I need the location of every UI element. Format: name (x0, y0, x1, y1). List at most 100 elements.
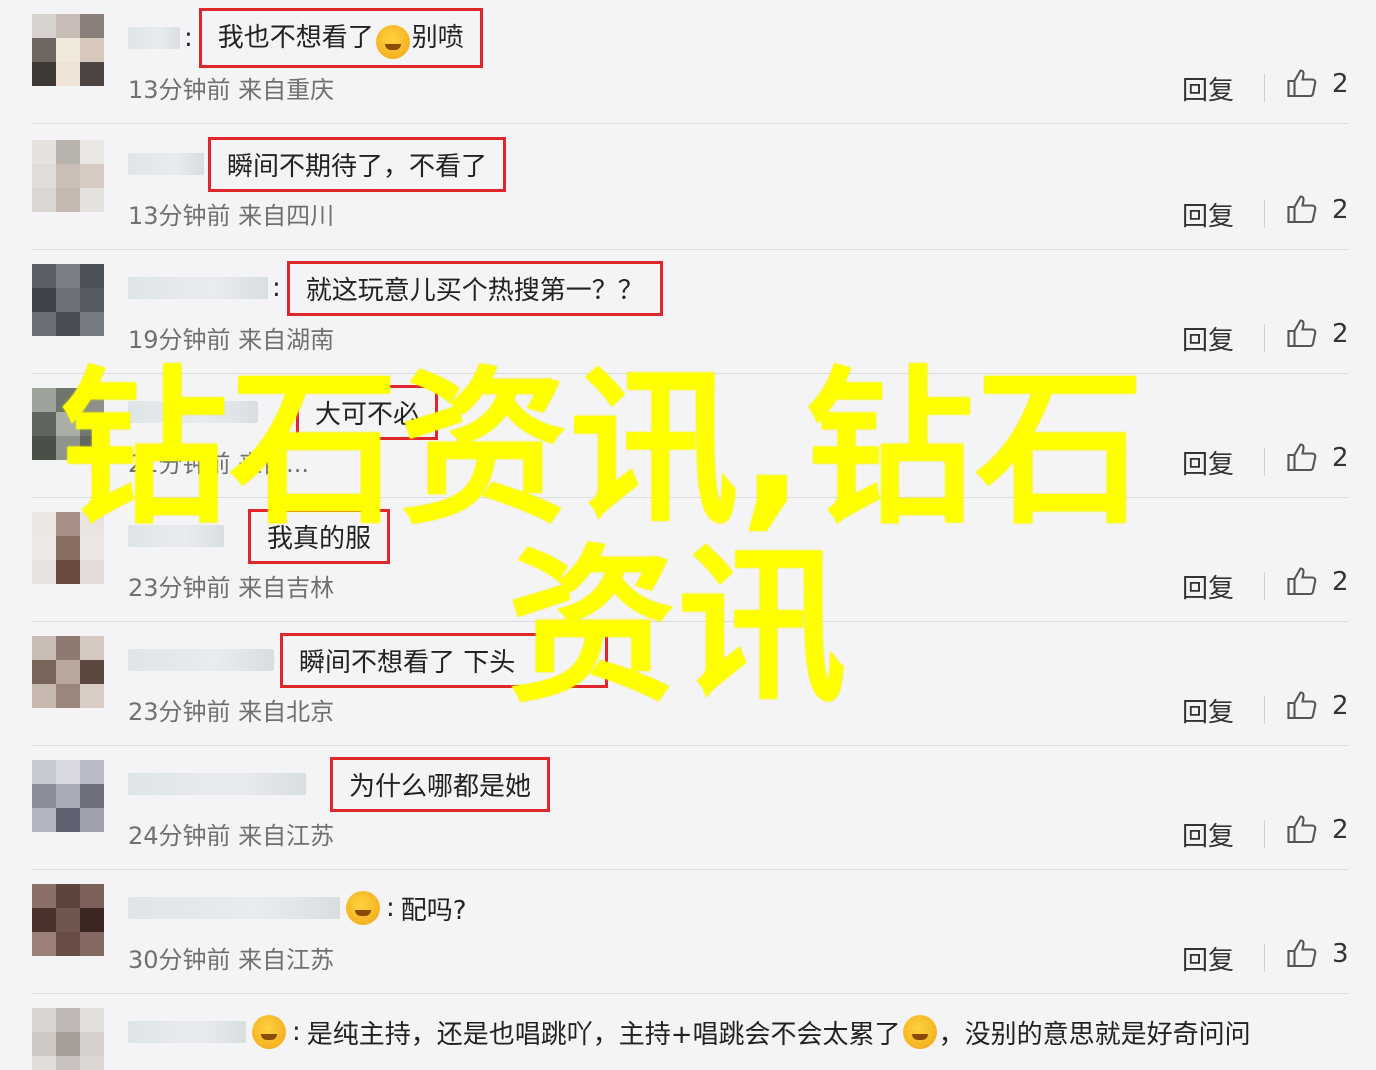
highlight-box: 我也不想看了 别喷 (198, 8, 483, 68)
divider (1264, 324, 1265, 352)
reply-button[interactable]: 回复 (1182, 816, 1234, 853)
comment-line: : 配吗? (128, 888, 467, 928)
comment-text: 为什么哪都是她 (349, 771, 532, 802)
username[interactable] (128, 401, 258, 423)
comment-row: 瞬间不想看了 下头 23分钟前 来自北京 回复 2 (32, 622, 1349, 746)
comment-text: 我也不想看了 (217, 23, 374, 54)
comment-text: 我真的服 (267, 523, 372, 554)
comment-line: 为什么哪都是她 (128, 756, 551, 812)
comment-line: 大可不必 (128, 384, 439, 440)
highlight-box: 为什么哪都是她 (330, 756, 551, 812)
comment-meta: 30分钟前 来自江苏 (128, 946, 335, 974)
thumbs-up-icon (1287, 567, 1317, 596)
like-count: 3 (1332, 939, 1349, 969)
divider (1264, 448, 1265, 476)
avatar[interactable] (32, 636, 104, 708)
like-count: 2 (1332, 443, 1349, 473)
username[interactable] (128, 153, 204, 175)
avatar[interactable] (32, 140, 104, 212)
highlight-box: 我真的服 (248, 508, 391, 564)
colon: : (272, 273, 281, 303)
divider (1264, 74, 1265, 102)
avatar[interactable] (32, 1008, 104, 1070)
username[interactable] (128, 773, 306, 795)
emoji-icon (902, 1015, 937, 1049)
comment-line: : 我也不想看了 别喷 (128, 8, 483, 68)
username[interactable] (128, 525, 224, 547)
thumbs-up-icon (1287, 815, 1317, 844)
like-count: 2 (1332, 319, 1349, 349)
comment-line: 瞬间不期待了，不看了 (128, 136, 507, 192)
like-count: 2 (1332, 195, 1349, 225)
reply-button[interactable]: 回复 (1182, 70, 1234, 107)
username[interactable] (128, 649, 274, 671)
like-count: 2 (1332, 567, 1349, 597)
comment-text: 大可不必 (315, 399, 420, 430)
comment-row: : 配吗? 30分钟前 来自江苏 回复 3 (32, 870, 1349, 994)
thumbs-up-icon (1287, 69, 1317, 98)
reply-button[interactable]: 回复 (1182, 196, 1234, 233)
comment-row: 为什么哪都是她 24分钟前 来自江苏 回复 2 (32, 746, 1349, 870)
avatar[interactable] (32, 512, 104, 584)
avatar[interactable] (32, 884, 104, 956)
like-button[interactable]: 2 (1284, 316, 1349, 352)
comment-line: 瞬间不想看了 下头 (128, 632, 609, 688)
reply-button[interactable]: 回复 (1182, 444, 1234, 481)
colon: : (184, 23, 193, 53)
like-button[interactable]: 2 (1284, 688, 1349, 724)
avatar[interactable] (32, 14, 104, 86)
like-count: 2 (1332, 691, 1349, 721)
like-button[interactable]: 2 (1284, 66, 1349, 102)
divider (1264, 944, 1265, 972)
emoji-icon (375, 24, 410, 59)
comment-line: : 就这玩意儿买个热搜第一？？ (128, 260, 663, 316)
highlight-box: 就这玩意儿买个热搜第一？？ (286, 260, 663, 316)
like-count: 2 (1332, 69, 1349, 99)
colon: : (292, 1017, 301, 1047)
highlight-box: 瞬间不想看了 下头 (280, 632, 609, 688)
comment-meta: 23分钟前 来自吉林 (128, 574, 335, 602)
username[interactable] (128, 277, 268, 299)
comment-text: 配吗? (400, 895, 467, 926)
highlight-box: 瞬间不期待了，不看了 (208, 136, 507, 192)
thumbs-up-icon (1287, 691, 1317, 720)
reply-button[interactable]: 回复 (1182, 568, 1234, 605)
like-button[interactable]: 2 (1284, 440, 1349, 476)
comment-meta: 19分钟前 来自湖南 (128, 326, 335, 354)
like-button[interactable]: 2 (1284, 192, 1349, 228)
comment-meta: 21分钟前 来自... (128, 450, 310, 478)
comment-row: 瞬间不期待了，不看了 13分钟前 来自四川 回复 2 (32, 126, 1349, 250)
colon: : (386, 893, 395, 923)
comment-row: 大可不必 21分钟前 来自... 回复 2 (32, 374, 1349, 498)
like-button[interactable]: 2 (1284, 812, 1349, 848)
avatar[interactable] (32, 388, 104, 460)
avatar[interactable] (32, 264, 104, 336)
username[interactable] (128, 897, 340, 919)
reply-button[interactable]: 回复 (1182, 940, 1234, 977)
like-count: 2 (1332, 815, 1349, 845)
comment-text: 瞬间不想看了 下头 (299, 647, 516, 678)
emoji-icon (252, 1015, 286, 1049)
comment-line: : 是纯主持，还是也唱跳吖，主持+唱跳会不会太累了 ，没别的意思就是好奇问问 (128, 1012, 1251, 1052)
comment-row: 我真的服 23分钟前 来自吉林 回复 2 (32, 498, 1349, 622)
reply-button[interactable]: 回复 (1182, 320, 1234, 357)
comment-meta: 24分钟前 来自江苏 (128, 822, 335, 850)
comment-text-after: 别喷 (411, 23, 464, 54)
reply-button[interactable]: 回复 (1182, 692, 1234, 729)
username[interactable] (128, 27, 180, 49)
thumbs-up-icon (1287, 443, 1317, 472)
comment-text: 瞬间不期待了，不看了 (227, 151, 488, 182)
thumbs-up-icon (1287, 939, 1317, 968)
comment-meta: 13分钟前 来自四川 (128, 202, 335, 230)
comment-text: 是纯主持，还是也唱跳吖，主持+唱跳会不会太累了 (306, 1019, 901, 1050)
like-button[interactable]: 3 (1284, 936, 1349, 972)
divider (1264, 696, 1265, 724)
comment-text-after: ，没别的意思就是好奇问问 (938, 1019, 1251, 1050)
avatar[interactable] (32, 760, 104, 832)
comment-row: : 是纯主持，还是也唱跳吖，主持+唱跳会不会太累了 ，没别的意思就是好奇问问 (32, 994, 1348, 1070)
divider (1264, 572, 1265, 600)
username[interactable] (128, 1021, 246, 1043)
divider (1264, 200, 1265, 228)
like-button[interactable]: 2 (1284, 564, 1349, 600)
thumbs-up-icon (1287, 319, 1317, 348)
